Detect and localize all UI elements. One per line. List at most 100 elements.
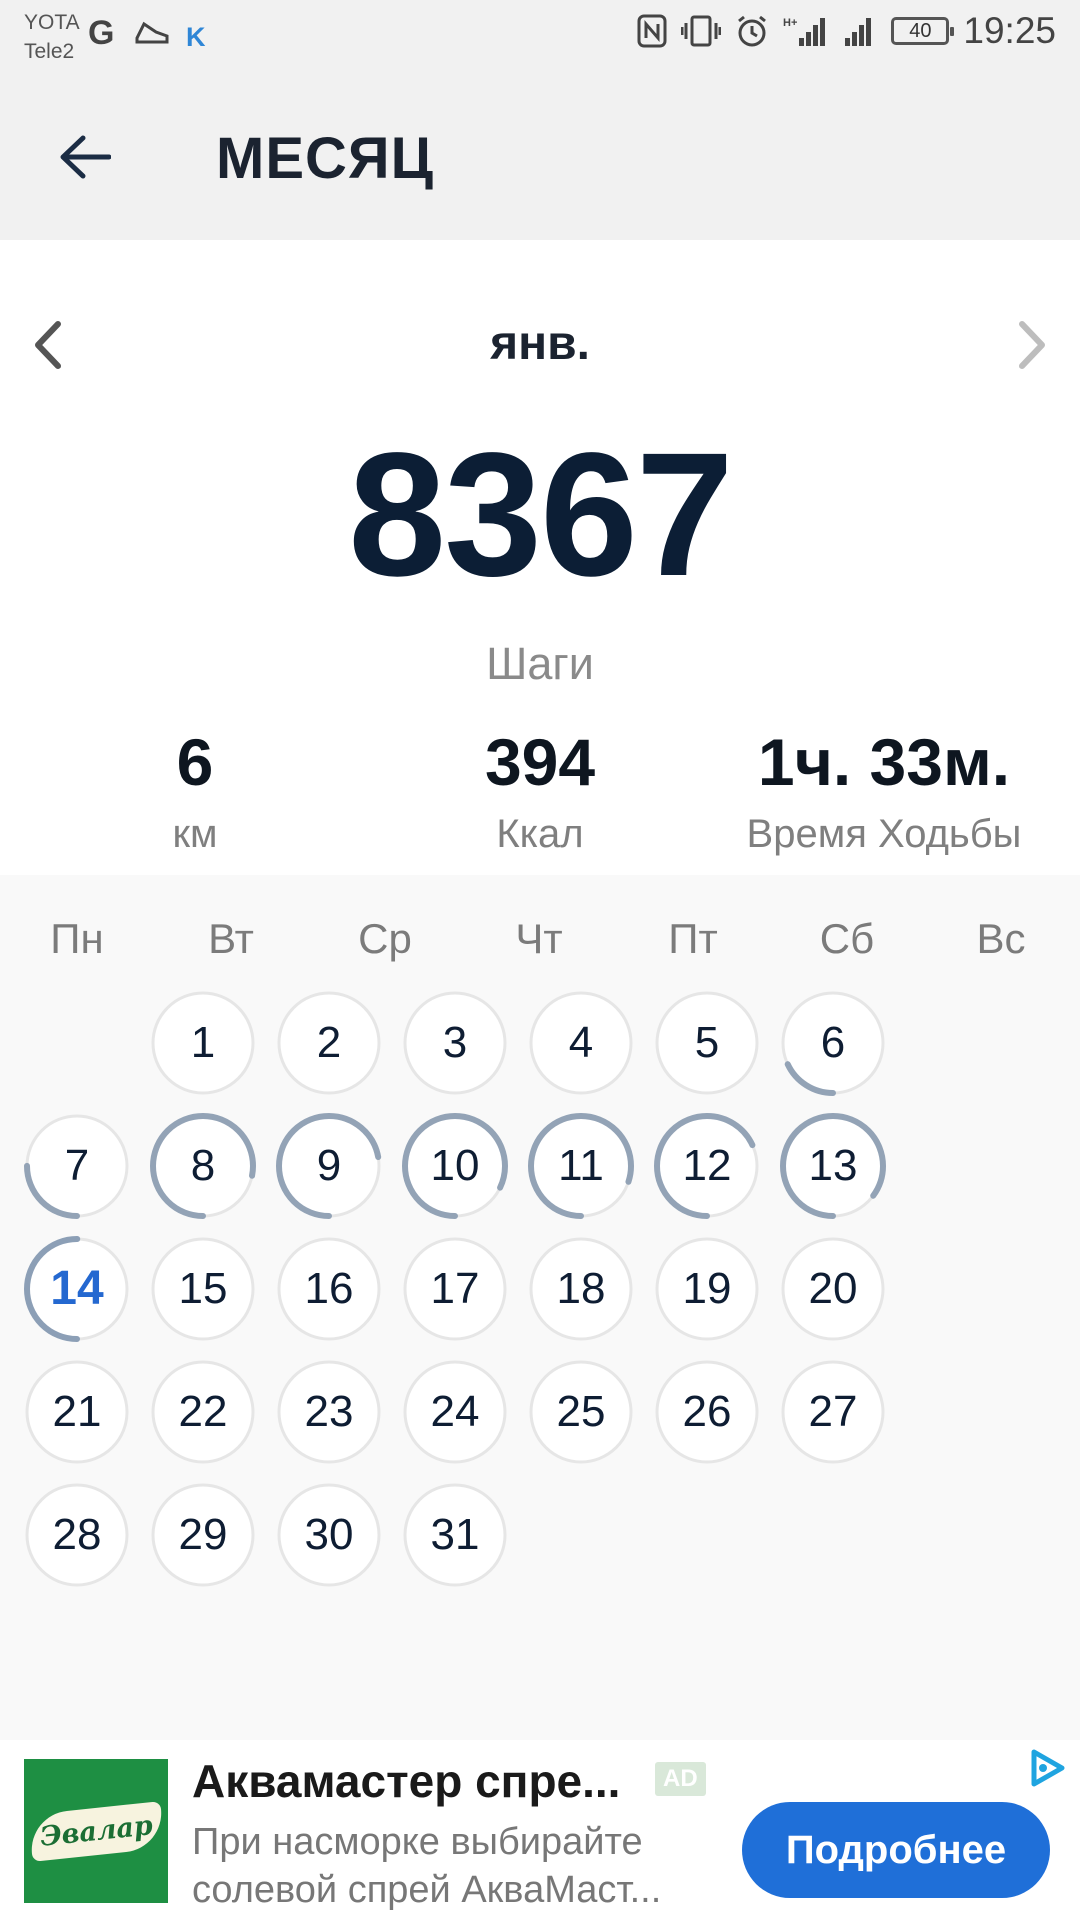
calendar-day-number: 12 xyxy=(682,1141,732,1190)
calendar-day[interactable]: 20 xyxy=(777,1233,889,1345)
nfc-icon xyxy=(637,14,667,48)
weekday-fri: Пт xyxy=(668,915,718,962)
calendar-day-number: 19 xyxy=(682,1264,732,1313)
calendar-day-number: 29 xyxy=(178,1510,228,1559)
alarm-icon xyxy=(738,15,767,47)
k-app-icon: K xyxy=(186,22,206,52)
steps-label: Шаги xyxy=(486,638,594,689)
calendar-day[interactable]: 9 xyxy=(273,1110,385,1222)
calendar-day-number: 21 xyxy=(52,1387,102,1436)
calendar-day-number: 11 xyxy=(558,1141,604,1190)
calendar-day[interactable]: 24 xyxy=(399,1356,511,1468)
calendar-day[interactable]: 29 xyxy=(147,1479,259,1591)
calendar-day[interactable]: 30 xyxy=(273,1479,385,1591)
shoe-icon xyxy=(134,18,170,57)
calendar-day-today[interactable]: 14 xyxy=(21,1233,133,1345)
calendar-day-number: 23 xyxy=(304,1387,354,1436)
calendar-day[interactable]: 16 xyxy=(273,1233,385,1345)
calendar-day[interactable]: 18 xyxy=(525,1233,637,1345)
calendar-day[interactable]: 5 xyxy=(651,987,763,1099)
battery-indicator: 40 xyxy=(891,17,955,45)
weekday-mon: Пн xyxy=(50,915,104,962)
ad-choices-icon[interactable] xyxy=(1026,1746,1070,1795)
calories-stat: 394 Ккал xyxy=(360,722,720,857)
calendar-day-number: 14 xyxy=(50,1262,104,1315)
calendar-day[interactable]: 8 xyxy=(147,1110,259,1222)
calendar-day-number: 2 xyxy=(316,1018,342,1067)
calendar-day[interactable]: 27 xyxy=(777,1356,889,1468)
calendar-day-number: 17 xyxy=(430,1264,480,1313)
weekday-sun: Вс xyxy=(976,915,1026,962)
page-title: МЕСЯЦ xyxy=(216,126,434,191)
calendar-day[interactable]: 12 xyxy=(651,1110,763,1222)
status-icons: H+ 40 19:25 xyxy=(637,10,1056,52)
svg-text:H+: H+ xyxy=(783,17,797,29)
calendar-day-number: 5 xyxy=(694,1018,720,1067)
calendar-day-number: 26 xyxy=(682,1387,732,1436)
vibrate-icon xyxy=(681,15,722,47)
calendar-day-number: 9 xyxy=(316,1141,342,1190)
clock: 19:25 xyxy=(963,10,1056,51)
weekday-tue: Вт xyxy=(208,915,254,962)
calendar-day[interactable]: 26 xyxy=(651,1356,763,1468)
carrier-yota: YOTA xyxy=(24,11,80,34)
arrow-left-icon xyxy=(60,135,111,179)
calendar-day[interactable]: 1 xyxy=(147,987,259,1099)
calendar-day[interactable]: 6 xyxy=(777,987,889,1099)
calendar-day[interactable]: 7 xyxy=(21,1110,133,1222)
calendar-day-number: 30 xyxy=(304,1510,354,1559)
calendar-day-number: 1 xyxy=(190,1018,216,1067)
calendar-day[interactable]: 4 xyxy=(525,987,637,1099)
weekday-sat: Сб xyxy=(819,915,875,962)
signal-icon xyxy=(845,18,872,46)
calendar-day[interactable]: 3 xyxy=(399,987,511,1099)
carrier-tele2: Tele2 xyxy=(24,40,75,63)
ad-title[interactable]: Аквамастер спре... xyxy=(192,1754,620,1808)
calendar-day-number: 22 xyxy=(178,1387,228,1436)
calendar-day[interactable]: 19 xyxy=(651,1233,763,1345)
calendar-day-number: 3 xyxy=(442,1018,468,1067)
calendar-day[interactable]: 22 xyxy=(147,1356,259,1468)
ad-logo-text: Эвалар xyxy=(27,1800,165,1862)
ad-details-button[interactable]: Подробнее xyxy=(742,1802,1050,1898)
calendar-day[interactable]: 21 xyxy=(21,1356,133,1468)
distance-value: 6 xyxy=(176,725,214,799)
calories-unit: Ккал xyxy=(496,812,584,856)
calendar-day[interactable]: 15 xyxy=(147,1233,259,1345)
calendar-day-number: 24 xyxy=(430,1387,480,1436)
calendar-day[interactable]: 13 xyxy=(777,1110,889,1222)
next-month-button[interactable] xyxy=(988,300,1078,390)
walk-time-label: Время Ходьбы xyxy=(746,812,1022,856)
ad-description[interactable]: При насморке выбирайте солевой спрей Акв… xyxy=(192,1818,712,1914)
weekday-wed: Ср xyxy=(358,915,412,962)
steps-value: 8367 xyxy=(348,417,734,613)
calendar-day[interactable]: 25 xyxy=(525,1356,637,1468)
calendar-day-number: 7 xyxy=(64,1141,90,1190)
calendar-day-number: 18 xyxy=(556,1264,606,1313)
calendar-day-number: 20 xyxy=(808,1264,858,1313)
month-calendar: Пн Вт Ср Чт Пт Сб Вс 1 2 3 4 5 6 7 8 9 10 11 12 13 14… xyxy=(0,875,1080,1740)
calendar-day[interactable]: 2 xyxy=(273,987,385,1099)
ad-banner[interactable]: Эвалар Аквамастер спре... AD При насморк… xyxy=(0,1740,1080,1920)
calendar-day[interactable]: 28 xyxy=(21,1479,133,1591)
ad-logo[interactable]: Эвалар xyxy=(24,1759,168,1903)
calendar-day[interactable]: 31 xyxy=(399,1479,511,1591)
weekday-thu: Чт xyxy=(515,915,563,962)
chevron-right-icon xyxy=(1019,321,1045,369)
calendar-day-number: 13 xyxy=(808,1141,858,1190)
calendar-day-number: 4 xyxy=(568,1018,594,1067)
signal-hplus-icon: H+ xyxy=(783,17,826,46)
calendar-day-number: 27 xyxy=(808,1387,858,1436)
calendar-day[interactable]: 11 xyxy=(525,1110,637,1222)
calendar-day[interactable]: 17 xyxy=(399,1233,511,1345)
calendar-day-number: 6 xyxy=(820,1018,846,1067)
calendar-day[interactable]: 23 xyxy=(273,1356,385,1468)
calendar-day-number: 28 xyxy=(52,1510,102,1559)
google-icon: G xyxy=(88,14,115,52)
distance-stat: 6 км xyxy=(15,722,375,857)
calendar-day-number: 16 xyxy=(304,1264,354,1313)
distance-unit: км xyxy=(172,812,218,856)
calories-value: 394 xyxy=(484,725,596,799)
back-button[interactable] xyxy=(50,122,120,192)
calendar-day[interactable]: 10 xyxy=(399,1110,511,1222)
